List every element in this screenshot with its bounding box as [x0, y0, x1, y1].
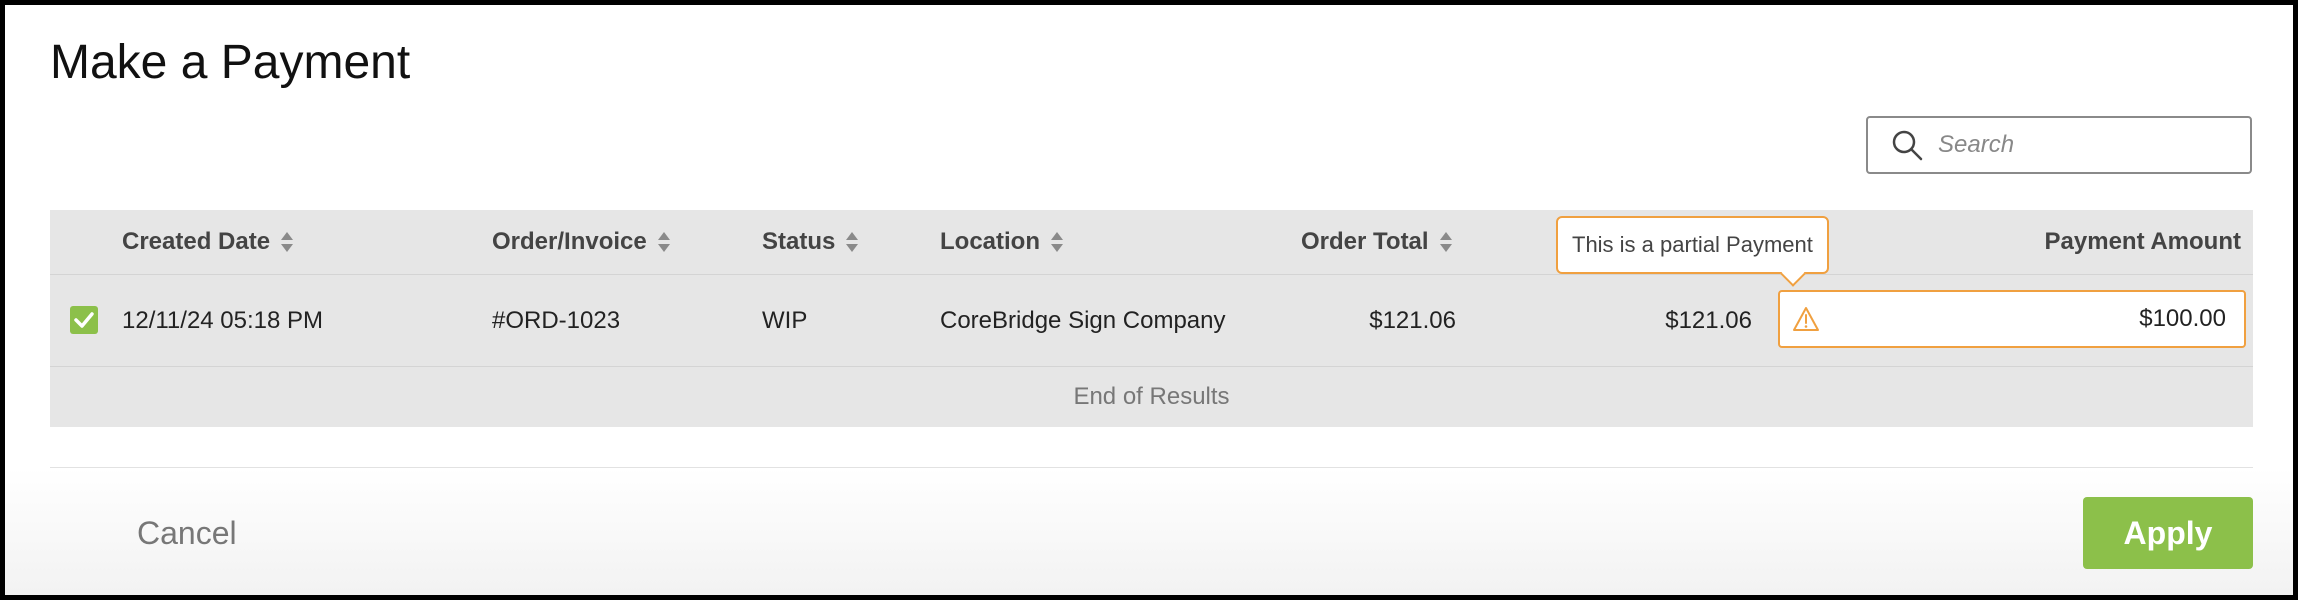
cell-order-invoice: #ORD-1023 — [492, 306, 621, 334]
column-label: Payment Amount — [2044, 228, 2241, 255]
cell-order-total: $121.06 — [1369, 306, 1456, 334]
partial-payment-tooltip: This is a partial Payment — [1556, 216, 1829, 274]
column-header-order-invoice[interactable]: Order/Invoice — [492, 210, 671, 274]
sort-icon[interactable] — [1439, 231, 1453, 253]
cell-balance: $121.06 — [1665, 306, 1752, 334]
payment-dialog: Make a Payment Created Date Order/Invoic… — [0, 0, 2298, 600]
row-checkbox[interactable] — [70, 306, 98, 334]
payments-table: Created Date Order/Invoice Status Locati… — [50, 210, 2253, 427]
column-header-order-total[interactable]: Order Total — [1301, 210, 1453, 274]
payment-amount-field[interactable] — [1778, 290, 2246, 348]
footer — [5, 468, 2293, 595]
column-header-status[interactable]: Status — [762, 210, 859, 274]
table-header: Created Date Order/Invoice Status Locati… — [50, 210, 2253, 275]
end-of-results: End of Results — [50, 367, 2253, 427]
payment-amount-input[interactable] — [1924, 304, 2228, 334]
column-label: Status — [762, 228, 836, 255]
search-icon — [1892, 130, 1923, 161]
check-icon — [74, 312, 94, 328]
cancel-button[interactable]: Cancel — [137, 515, 237, 552]
search-input[interactable] — [1936, 130, 2240, 160]
cell-status: WIP — [762, 306, 808, 334]
search-box[interactable] — [1866, 116, 2252, 174]
sort-icon[interactable] — [280, 231, 294, 253]
column-label: Order/Invoice — [492, 228, 647, 255]
column-header-created-date[interactable]: Created Date — [122, 210, 294, 274]
column-header-location[interactable]: Location — [940, 210, 1064, 274]
cell-location: CoreBridge Sign Company — [940, 306, 1226, 334]
column-label: Order Total — [1301, 228, 1429, 255]
cell-created-date: 12/11/24 05:18 PM — [122, 306, 324, 334]
sort-icon[interactable] — [845, 231, 859, 253]
table-row[interactable]: 12/11/24 05:18 PM #ORD-1023 WIP CoreBrid… — [50, 216, 2253, 367]
sort-icon[interactable] — [657, 231, 671, 253]
apply-button[interactable]: Apply — [2083, 497, 2253, 569]
column-label: Location — [940, 228, 1040, 255]
column-label: Created Date — [122, 228, 271, 255]
warning-icon — [1793, 307, 1819, 331]
sort-icon[interactable] — [1050, 231, 1064, 253]
page-title: Make a Payment — [50, 36, 411, 89]
column-header-payment-amount: Payment Amount — [2045, 210, 2241, 274]
